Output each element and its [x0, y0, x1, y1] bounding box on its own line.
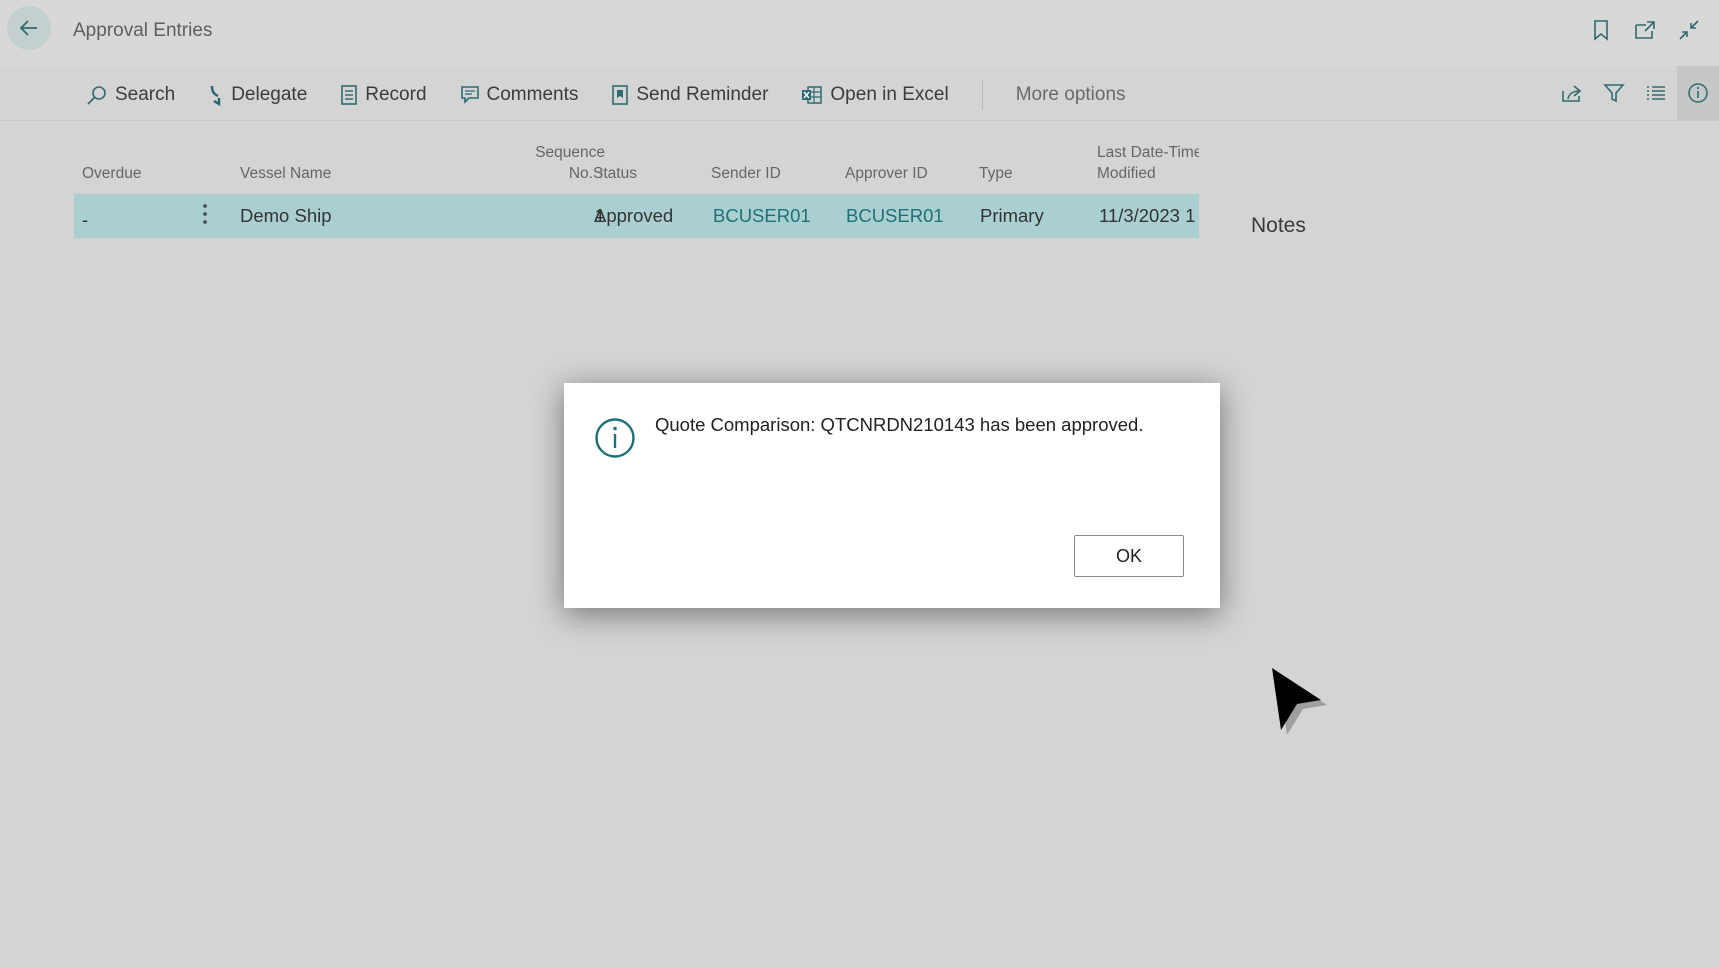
delegate-action[interactable]: Delegate: [208, 84, 307, 106]
send-reminder-icon: [612, 85, 629, 105]
cell-approver-id[interactable]: BCUSER01: [846, 205, 944, 227]
back-arrow-icon: [19, 20, 37, 36]
column-header-overdue[interactable]: Overdue: [82, 163, 141, 184]
cell-last-modified: 11/3/2023 1: [1099, 205, 1196, 226]
notes-factbox-title: Notes: [1251, 214, 1306, 237]
comments-action[interactable]: Comments: [460, 84, 579, 106]
open-new-window-icon[interactable]: [1631, 16, 1659, 44]
action-bar: Search Delegate Record Comments Send Rem…: [0, 66, 1719, 121]
search-icon: [87, 86, 106, 105]
excel-icon: [802, 86, 823, 104]
table-row[interactable]: - Demo Ship 1 Approved BCUSER01 BCUSER01…: [74, 194, 1199, 238]
info-icon: [595, 418, 635, 458]
modified-header-line1: Last Date-Time: [1097, 144, 1199, 161]
open-in-excel-label: Open in Excel: [830, 84, 949, 105]
comments-label: Comments: [486, 84, 579, 105]
page-title: Approval Entries: [73, 20, 213, 41]
back-button[interactable]: [7, 6, 51, 50]
delegate-arrow-icon: [211, 85, 221, 106]
column-header-sender-id[interactable]: Sender ID: [711, 163, 781, 184]
record-action[interactable]: Record: [340, 84, 427, 106]
cell-type: Primary: [980, 205, 1044, 226]
ok-button[interactable]: OK: [1074, 535, 1184, 577]
search-label: Search: [115, 84, 176, 105]
column-header-sequence-no[interactable]: Sequence No. ↑: [486, 142, 605, 184]
column-header-vessel-name[interactable]: Vessel Name: [240, 163, 331, 184]
cell-sequence-no: 1: [594, 205, 605, 226]
collapse-icon[interactable]: [1675, 16, 1703, 44]
row-actions-icon[interactable]: [202, 203, 208, 230]
sequence-header-line1: Sequence: [535, 144, 605, 161]
cell-overdue: -: [82, 209, 89, 230]
approval-entries-table: Overdue Vessel Name Sequence No. ↑ Statu…: [74, 130, 1199, 238]
toolbar-divider: [981, 80, 983, 110]
send-reminder-action[interactable]: Send Reminder: [611, 84, 768, 106]
title-bar: Approval Entries: [0, 0, 1719, 66]
filter-icon[interactable]: [1593, 66, 1635, 120]
cell-sender-id[interactable]: BCUSER01: [713, 205, 811, 227]
record-document-icon: [341, 85, 358, 105]
open-in-excel-action[interactable]: Open in Excel: [801, 84, 949, 106]
comments-icon: [460, 86, 479, 104]
column-header-type[interactable]: Type: [979, 163, 1013, 184]
column-header-approver-id[interactable]: Approver ID: [845, 163, 928, 184]
search-action[interactable]: Search: [86, 84, 175, 106]
delegate-label: Delegate: [231, 84, 308, 105]
column-header-status[interactable]: Status: [593, 163, 637, 184]
column-header-last-modified[interactable]: Last Date-Time Modified: [1097, 142, 1199, 184]
more-options-button[interactable]: More options: [1016, 84, 1126, 106]
record-label: Record: [365, 84, 427, 105]
mouse-cursor-icon: [1272, 668, 1327, 734]
cell-vessel-name[interactable]: Demo Ship: [240, 205, 332, 227]
share-icon[interactable]: [1551, 66, 1593, 120]
bookmark-icon[interactable]: [1587, 16, 1615, 44]
send-reminder-label: Send Reminder: [636, 84, 769, 105]
table-header: Overdue Vessel Name Sequence No. ↑ Statu…: [74, 130, 1199, 194]
info-icon[interactable]: [1677, 66, 1719, 120]
dialog-message: Quote Comparison: QTCNRDN210143 has been…: [655, 414, 1144, 435]
sequence-header-line2: No.: [568, 165, 593, 182]
list-view-icon[interactable]: [1635, 66, 1677, 120]
cell-status: Approved: [594, 205, 674, 226]
message-dialog: Quote Comparison: QTCNRDN210143 has been…: [564, 383, 1220, 608]
modified-header-line2: Modified: [1097, 165, 1156, 182]
